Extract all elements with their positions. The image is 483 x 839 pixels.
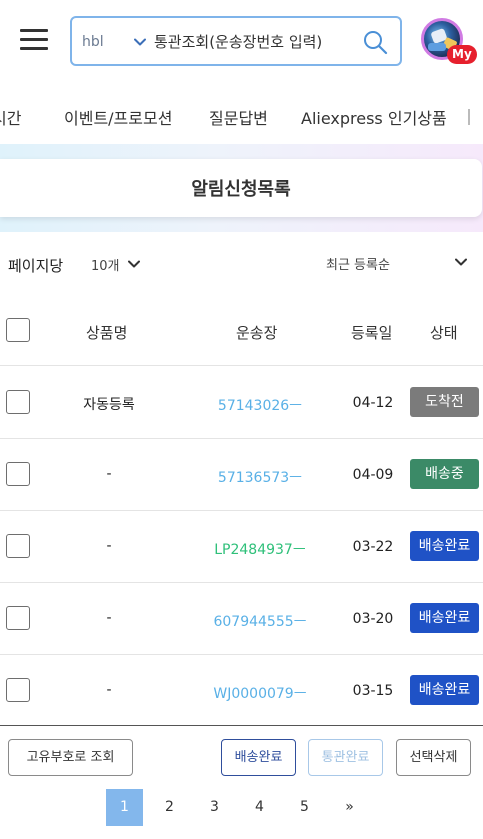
nav-divider xyxy=(468,109,470,125)
row-tracking-link[interactable]: 57136573ㅡ xyxy=(180,467,340,487)
row-tracking-link[interactable]: WJ0000079ㅡ xyxy=(180,683,340,703)
row-checkbox[interactable] xyxy=(6,678,30,702)
page-4[interactable]: 4 xyxy=(241,789,278,826)
row-tracking-link[interactable]: 57143026ㅡ xyxy=(180,395,340,415)
search-bar: hbl xyxy=(70,16,402,66)
table-row: - WJ0000079ㅡ 03-15 배송완료 xyxy=(0,655,483,727)
status-badge: 배송완료 xyxy=(410,603,479,633)
delete-selected-button[interactable]: 선택삭제 xyxy=(396,739,471,776)
row-product: - xyxy=(106,682,112,698)
table-bottom-divider xyxy=(0,725,483,726)
table-row: - 57136573ㅡ 04-09 배송중 xyxy=(0,439,483,511)
row-date: 03-22 xyxy=(352,539,394,555)
table-header: 상품명 운송장 등록일 상태 xyxy=(0,300,483,366)
nav-item-time[interactable]: 시간 xyxy=(0,105,21,129)
page-title: 알림신청목록 xyxy=(191,179,291,200)
hamburger-menu-icon[interactable] xyxy=(20,27,48,51)
nav-item-qna[interactable]: 질문답변 xyxy=(209,105,268,129)
row-checkbox[interactable] xyxy=(6,462,30,486)
search-type-value: hbl xyxy=(82,34,104,50)
nav-item-aliexpress[interactable]: Aliexpress 인기상품 xyxy=(301,105,447,129)
column-header-status: 상태 xyxy=(430,324,458,342)
chevron-down-icon xyxy=(127,260,140,268)
column-header-tracking: 운송장 xyxy=(236,324,278,342)
row-product: 자동등록 xyxy=(83,397,135,413)
row-checkbox[interactable] xyxy=(6,534,30,558)
filter-delivered-button[interactable]: 배송완료 xyxy=(221,739,296,776)
status-badge: 배송완료 xyxy=(410,675,479,705)
status-badge: 배송완료 xyxy=(410,531,479,561)
row-date: 03-15 xyxy=(352,683,394,699)
table-row: - LP2484937ㅡ 03-22 배송완료 xyxy=(0,511,483,583)
column-header-product: 상품명 xyxy=(86,324,128,342)
select-all-checkbox[interactable] xyxy=(6,318,30,342)
unique-code-lookup-button[interactable]: 고유부호로 조회 xyxy=(8,739,133,776)
page-5[interactable]: 5 xyxy=(286,789,323,826)
row-checkbox[interactable] xyxy=(6,390,30,414)
row-product: - xyxy=(106,538,112,554)
row-date: 04-12 xyxy=(352,395,394,411)
row-date: 03-20 xyxy=(352,611,394,627)
status-badge: 배송중 xyxy=(410,459,479,489)
category-nav: 시간 이벤트/프로모션 질문답변 Aliexpress 인기상품 xyxy=(0,96,483,138)
top-header: hbl My xyxy=(0,0,483,84)
page-3[interactable]: 3 xyxy=(196,789,233,826)
search-type-select[interactable]: hbl xyxy=(82,30,146,54)
pagination: 1 2 3 4 5 » xyxy=(0,789,483,827)
column-header-date: 등록일 xyxy=(351,324,393,342)
per-page-select[interactable]: 10개 xyxy=(91,252,140,276)
page-1[interactable]: 1 xyxy=(106,789,143,826)
row-tracking-link[interactable]: LP2484937ㅡ xyxy=(180,539,340,559)
page-next[interactable]: » xyxy=(331,789,368,826)
filter-customs-done-button[interactable]: 통관완료 xyxy=(308,739,383,776)
row-product: - xyxy=(106,610,112,626)
row-date: 04-09 xyxy=(352,467,394,483)
page-2[interactable]: 2 xyxy=(151,789,188,826)
sort-order-value: 최근 등록순 xyxy=(326,258,390,273)
chevron-down-icon xyxy=(455,258,467,266)
table-row: 자동등록 57143026ㅡ 04-12 도착전 xyxy=(0,367,483,439)
row-product: - xyxy=(106,466,112,482)
row-tracking-link[interactable]: 607944555ㅡ xyxy=(180,611,340,631)
table-row: - 607944555ㅡ 03-20 배송완료 xyxy=(0,583,483,655)
status-badge: 도착전 xyxy=(410,387,479,417)
nav-item-events[interactable]: 이벤트/프로모션 xyxy=(64,105,172,129)
tracking-search-input[interactable] xyxy=(154,28,354,56)
sort-order-select[interactable]: 최근 등록순 xyxy=(326,252,471,276)
row-checkbox[interactable] xyxy=(6,606,30,630)
title-card: 알림신청목록 xyxy=(0,159,482,217)
per-page-value: 10개 xyxy=(91,258,120,274)
my-badge[interactable]: My xyxy=(447,45,477,64)
chevron-down-icon xyxy=(134,38,146,46)
per-page-label: 페이지당 xyxy=(8,257,64,275)
search-icon[interactable] xyxy=(362,29,388,55)
